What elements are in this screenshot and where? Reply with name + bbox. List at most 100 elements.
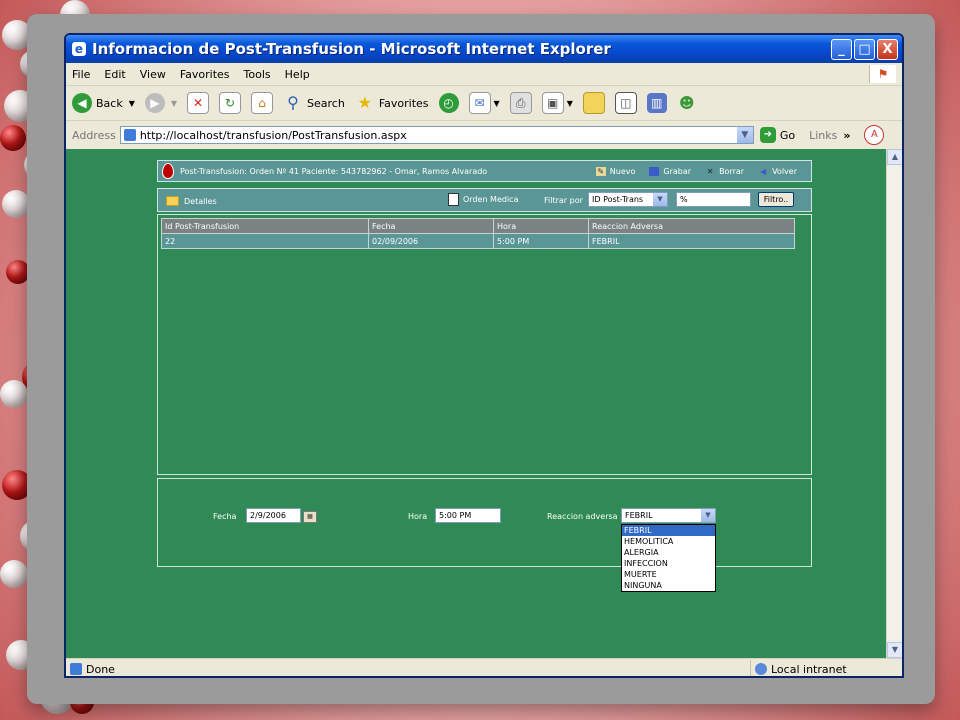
print-button[interactable]: ⎙ bbox=[509, 92, 532, 114]
page-content: Post-Transfusion: Orden Nº 41 Paciente: … bbox=[66, 149, 886, 658]
fecha-input[interactable]: 2/9/2006 bbox=[246, 508, 301, 523]
grabar-label: Grabar bbox=[663, 166, 692, 176]
detalles-label: Detalles bbox=[184, 196, 217, 206]
filter-field-select[interactable]: ID Post-Trans ▼ bbox=[588, 192, 668, 207]
chevron-right-icon[interactable]: » bbox=[843, 129, 850, 142]
chevron-down-icon[interactable]: ▼ bbox=[653, 193, 667, 206]
forward-button[interactable]: ▶ ▼ bbox=[144, 93, 177, 113]
pdf-icon[interactable]: A bbox=[864, 125, 885, 145]
forward-arrow-icon: ▶ bbox=[144, 93, 165, 113]
new-icon: ✎ bbox=[595, 166, 606, 176]
column-header[interactable]: Id Post-Transfusion bbox=[161, 218, 369, 234]
volver-button[interactable]: ◀ Volver bbox=[758, 167, 797, 176]
back-dropdown-icon[interactable]: ▼ bbox=[129, 99, 135, 108]
nuevo-label: Nuevo bbox=[609, 166, 636, 176]
mail-button[interactable]: ✉ ▼ bbox=[468, 92, 500, 114]
filtro-button[interactable]: Filtro.. bbox=[758, 192, 794, 207]
favorites-button[interactable]: ★ Favorites bbox=[355, 93, 429, 113]
back-button[interactable]: ◀ Back ▼ bbox=[72, 93, 135, 113]
option-item[interactable]: NINGUNA bbox=[622, 580, 715, 591]
edit-button[interactable]: ▣ ▼ bbox=[541, 92, 573, 114]
grabar-button[interactable]: Grabar bbox=[649, 166, 692, 176]
reaccion-label: Reaccion adversa bbox=[547, 512, 618, 521]
option-item[interactable]: FEBRIL bbox=[622, 525, 715, 536]
column-header[interactable]: Reaccion Adversa bbox=[588, 218, 795, 234]
detalles-link[interactable]: Detalles bbox=[166, 196, 217, 206]
address-input[interactable]: http://localhost/transfusion/PostTransfu… bbox=[119, 126, 754, 144]
menu-file[interactable]: File bbox=[72, 68, 90, 81]
menu-edit[interactable]: Edit bbox=[104, 68, 125, 81]
history-button[interactable]: ◴ bbox=[438, 93, 459, 113]
close-button[interactable]: X bbox=[877, 38, 898, 60]
page-icon bbox=[70, 663, 82, 675]
option-item[interactable]: MUERTE bbox=[622, 569, 715, 580]
messenger-button[interactable]: ▥ bbox=[646, 93, 667, 113]
status-done: Done bbox=[70, 663, 750, 676]
title-bar[interactable]: e Informacion de Post-Transfusion - Micr… bbox=[66, 35, 902, 63]
menu-bar: File Edit View Favorites Tools Help ⚑ bbox=[66, 63, 902, 86]
orden-medica-label: Orden Medica bbox=[463, 195, 519, 204]
menu-help[interactable]: Help bbox=[285, 68, 310, 81]
blood-drop-icon bbox=[162, 163, 174, 179]
table-row[interactable]: 22 02/09/2006 5:00 PM FEBRIL bbox=[161, 233, 795, 249]
reaccion-value: FEBRIL bbox=[625, 511, 653, 520]
borrar-label: Borrar bbox=[719, 166, 745, 176]
document-icon bbox=[448, 193, 459, 206]
menu-favorites[interactable]: Favorites bbox=[180, 68, 230, 81]
vertical-scrollbar[interactable]: ▲ ▼ bbox=[886, 149, 902, 658]
filtrar-por-label: Filtrar por bbox=[544, 196, 583, 205]
option-item[interactable]: HEMOLITICA bbox=[622, 536, 715, 547]
hora-input[interactable]: 5:00 PM bbox=[435, 508, 501, 523]
discuss-button[interactable] bbox=[582, 92, 605, 114]
home-icon: ⌂ bbox=[251, 92, 274, 114]
scroll-up-icon[interactable]: ▲ bbox=[887, 149, 902, 165]
menu-tools[interactable]: Tools bbox=[244, 68, 271, 81]
scroll-down-icon[interactable]: ▼ bbox=[887, 642, 902, 658]
table-header-row: Id Post-Transfusion Fecha Hora Reaccion … bbox=[161, 218, 795, 234]
hora-label: Hora bbox=[408, 512, 428, 521]
refresh-icon: ↻ bbox=[219, 92, 242, 114]
go-label: Go bbox=[779, 128, 796, 142]
zone-text: Local intranet bbox=[771, 662, 847, 676]
links-button[interactable]: Links bbox=[809, 129, 837, 142]
books-icon: ▥ bbox=[646, 93, 667, 113]
detail-panel: Fecha 2/9/2006 ▦ Hora 5:00 PM Reaccion a… bbox=[157, 478, 812, 592]
maximize-button[interactable]: □ bbox=[854, 38, 875, 60]
forward-dropdown-icon[interactable]: ▼ bbox=[171, 99, 177, 108]
stop-icon: ✕ bbox=[187, 92, 210, 114]
calendar-icon[interactable]: ▦ bbox=[303, 511, 317, 523]
minimize-button[interactable]: _ bbox=[831, 38, 852, 60]
search-icon: ⚲ bbox=[287, 93, 299, 112]
address-dropdown-icon[interactable]: ▼ bbox=[736, 127, 753, 143]
search-button[interactable]: ⚲ Search bbox=[283, 93, 345, 113]
research-button[interactable]: ◫ bbox=[614, 92, 637, 114]
chevron-down-icon[interactable]: ▼ bbox=[701, 509, 715, 522]
mail-dropdown-icon[interactable]: ▼ bbox=[494, 99, 500, 108]
browser-window: e Informacion de Post-Transfusion - Micr… bbox=[64, 33, 904, 678]
cell-id: 22 bbox=[161, 233, 369, 249]
cell-reaccion: FEBRIL bbox=[588, 233, 795, 249]
people-icon: ☻ bbox=[679, 94, 695, 112]
note-icon bbox=[582, 92, 605, 114]
option-item[interactable]: INFECCION bbox=[622, 558, 715, 569]
results-panel: Id Post-Transfusion Fecha Hora Reaccion … bbox=[157, 214, 812, 475]
app-header: Post-Transfusion: Orden Nº 41 Paciente: … bbox=[157, 160, 812, 182]
menu-view[interactable]: View bbox=[140, 68, 166, 81]
go-button[interactable]: ➜ Go bbox=[759, 127, 796, 143]
column-header[interactable]: Fecha bbox=[368, 218, 494, 234]
refresh-button[interactable]: ↻ bbox=[219, 92, 242, 114]
edit-dropdown-icon[interactable]: ▼ bbox=[567, 99, 573, 108]
orden-medica-link[interactable]: Orden Medica bbox=[448, 193, 518, 206]
back-label: Back bbox=[96, 96, 123, 110]
column-header[interactable]: Hora bbox=[493, 218, 589, 234]
address-label: Address bbox=[72, 128, 116, 142]
option-item[interactable]: ALERGIA bbox=[622, 547, 715, 558]
reaccion-select[interactable]: FEBRIL ▼ bbox=[621, 508, 716, 523]
filter-value-input[interactable]: % bbox=[676, 192, 751, 207]
borrar-button[interactable]: ✕ Borrar bbox=[705, 167, 744, 176]
nuevo-button[interactable]: ✎ Nuevo bbox=[595, 166, 636, 176]
contacts-button[interactable]: ☻ bbox=[677, 93, 697, 113]
home-button[interactable]: ⌂ bbox=[251, 92, 274, 114]
stop-button[interactable]: ✕ bbox=[187, 92, 210, 114]
volver-label: Volver bbox=[772, 166, 797, 176]
